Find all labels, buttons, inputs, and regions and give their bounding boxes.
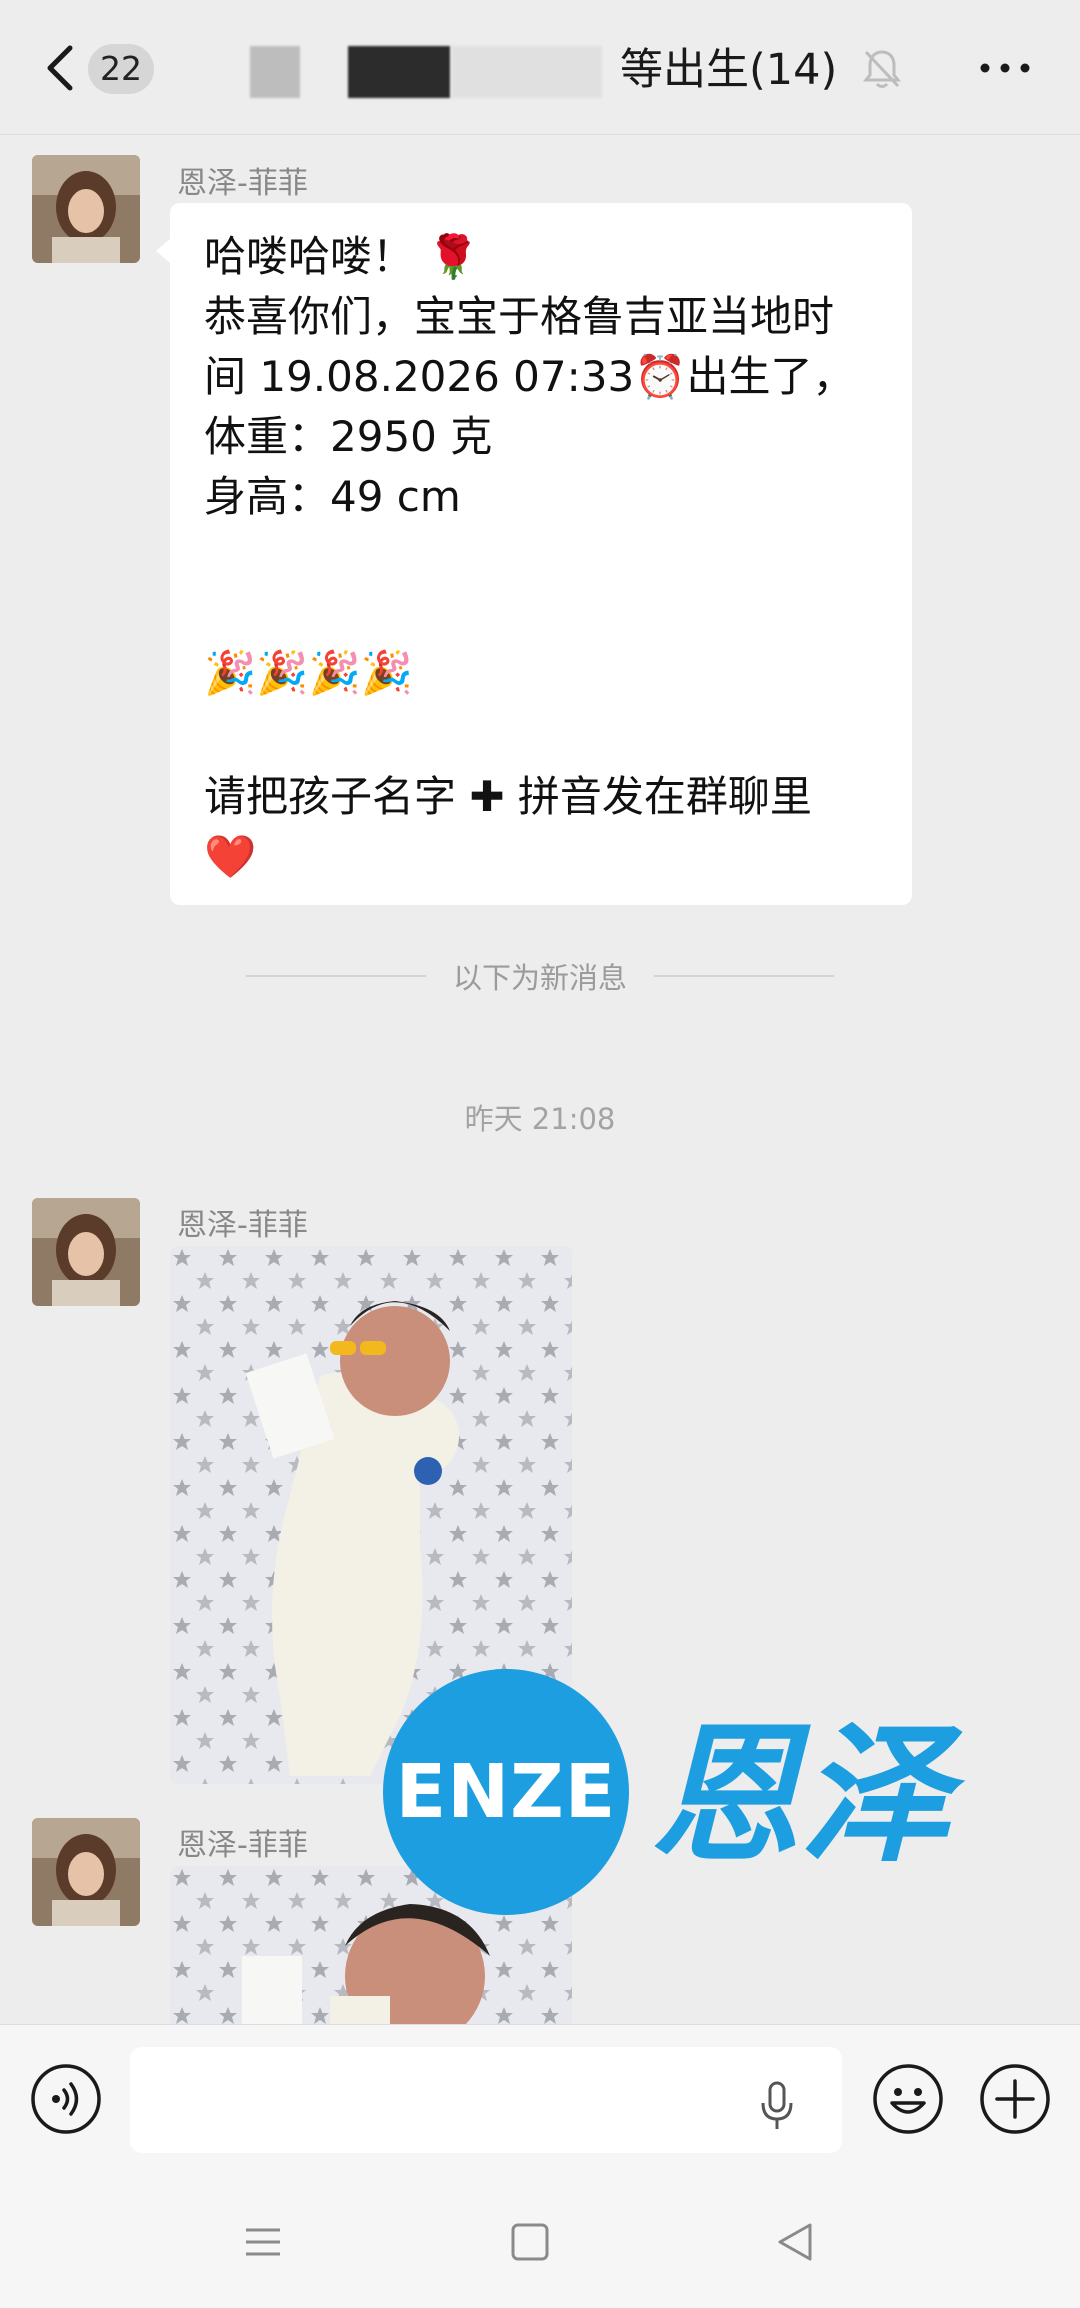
back-chevron-icon[interactable]	[40, 42, 80, 94]
message-input-bar	[0, 2024, 1080, 2177]
voice-icon[interactable]	[30, 2063, 102, 2135]
message-text-line: 请把孩子名字 ✚ 拼音发在群聊里	[204, 772, 812, 821]
chat-header: 22 等出生(14)	[0, 0, 1080, 135]
more-dots-icon[interactable]	[975, 48, 1035, 88]
avatar-photo	[32, 155, 140, 263]
avatar[interactable]	[32, 155, 140, 263]
bell-off-icon	[862, 50, 902, 88]
message-text-line: 恭喜你们，宝宝于格鲁吉亚当地时	[204, 292, 835, 341]
title-redaction	[250, 46, 300, 98]
sender-name: 恩泽-菲菲	[177, 166, 308, 201]
title-redaction	[452, 46, 602, 98]
avatar-photo	[32, 1198, 140, 1306]
home-square-icon[interactable]	[505, 2218, 555, 2266]
message-text-line: 间 19.08.2026 07:33⏰出生了，	[204, 352, 855, 401]
sender-name: 恩泽-菲菲	[177, 1828, 308, 1863]
enze-watermark-logo: ENZE	[383, 1669, 629, 1915]
plus-icon[interactable]	[979, 2063, 1051, 2135]
message-text-field[interactable]	[130, 2047, 842, 2153]
new-messages-divider: 以下为新消息	[452, 961, 627, 995]
message-text-line: 身高：49 cm	[204, 472, 461, 521]
microphone-icon[interactable]	[760, 2081, 794, 2131]
avatar[interactable]	[32, 1198, 140, 1306]
message-text-line: ❤️	[204, 832, 257, 881]
unread-count-badge[interactable]: 22	[88, 44, 154, 94]
message-bubble[interactable]: 哈喽哈喽！ 🌹 恭喜你们，宝宝于格鲁吉亚当地时 间 19.08.2026 07:…	[156, 203, 912, 905]
menu-icon[interactable]	[238, 2218, 288, 2266]
avatar-photo	[32, 1818, 140, 1926]
emoji-icon[interactable]	[872, 2063, 944, 2135]
back-triangle-icon[interactable]	[770, 2218, 820, 2266]
chat-title[interactable]: 等出生(14)	[620, 40, 837, 100]
message-text-line: 🎉🎉🎉🎉	[204, 648, 414, 697]
message-timestamp: 昨天 21:08	[464, 1102, 616, 1136]
system-nav-bar	[0, 2176, 1080, 2308]
message-text-line: 哈喽哈喽！ 🌹	[204, 232, 480, 281]
watermark-latin: ENZE	[395, 1749, 617, 1835]
watermark-chinese: 恩泽	[650, 1707, 951, 1883]
sender-name: 恩泽-菲菲	[177, 1208, 308, 1243]
avatar[interactable]	[32, 1818, 140, 1926]
message-text-line: 体重：2950 克	[204, 412, 493, 461]
title-redaction	[348, 46, 450, 98]
